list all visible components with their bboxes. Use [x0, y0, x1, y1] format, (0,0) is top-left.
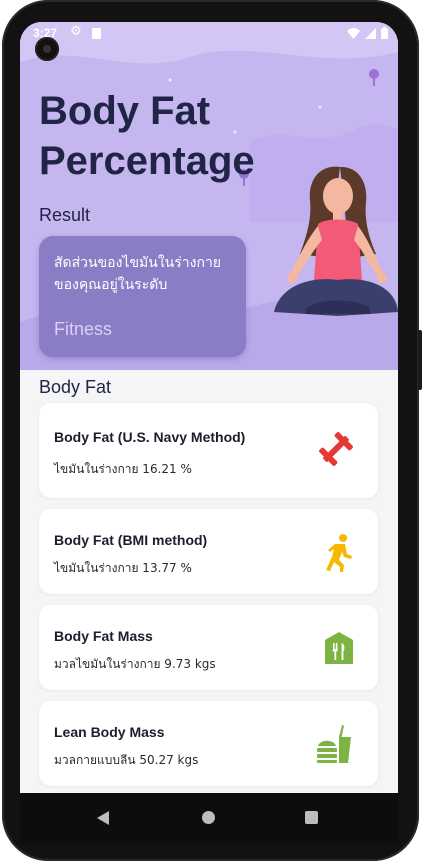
restaurant-icon [325, 632, 353, 664]
status-icons [347, 27, 388, 39]
card-value: ไขมันในร่างกาย 16.21 % [54, 462, 192, 476]
card-title: Lean Body Mass [54, 724, 165, 740]
section-title: Body Fat [39, 377, 112, 397]
card-bmi-method[interactable]: Body Fat (BMI method) ไขมันในร่างกาย 13.… [39, 509, 378, 594]
page-title: Body Fat Percentage [39, 89, 255, 183]
settings-gear-icon: ⚙ [70, 24, 82, 39]
cell-signal-icon [365, 27, 376, 39]
card-value: ไขมันในร่างกาย 13.77 % [54, 561, 192, 575]
back-icon[interactable] [97, 811, 109, 825]
fastfood-icon [317, 725, 351, 763]
card-value: มวลกายแบบลีน 50.27 kgs [54, 753, 199, 767]
card-title: Body Fat Mass [54, 628, 153, 644]
front-camera [35, 37, 59, 61]
result-level: Fitness [54, 319, 113, 339]
hero-header: 3:27 ⚙ Body Fat Percentage Result สัดส่ว… [20, 22, 398, 370]
result-description: สัดส่วนของไขมันในร่างกายของคุณอยู่ในระดั… [54, 255, 222, 293]
app-screen: 3:27 ⚙ Body Fat Percentage Result สัดส่ว… [20, 22, 398, 793]
home-icon[interactable] [202, 811, 215, 824]
result-label: Result [39, 205, 91, 225]
dumbbell-icon [319, 432, 353, 466]
wifi-icon [347, 27, 360, 39]
yoga-woman-illustration [274, 166, 398, 316]
card-lean-body-mass[interactable]: Lean Body Mass มวลกายแบบลีน 50.27 kgs [39, 701, 378, 786]
system-navigation-bar [20, 793, 398, 843]
running-icon [326, 534, 352, 572]
power-button [418, 330, 422, 390]
card-value: มวลไขมันในร่างกาย 9.73 kgs [54, 657, 216, 671]
recent-apps-icon[interactable] [305, 811, 318, 824]
battery-icon [381, 27, 388, 39]
card-body-fat-mass[interactable]: Body Fat Mass มวลไขมันในร่างกาย 9.73 kgs [39, 605, 378, 690]
status-bar: 3:27 ⚙ [20, 22, 398, 46]
result-card: สัดส่วนของไขมันในร่างกายของคุณอยู่ในระดั… [39, 236, 246, 357]
sd-card-icon [92, 28, 101, 39]
card-navy-method[interactable]: Body Fat (U.S. Navy Method) ไขมันในร่างก… [39, 403, 378, 498]
card-title: Body Fat (U.S. Navy Method) [54, 429, 246, 445]
card-title: Body Fat (BMI method) [54, 532, 208, 548]
